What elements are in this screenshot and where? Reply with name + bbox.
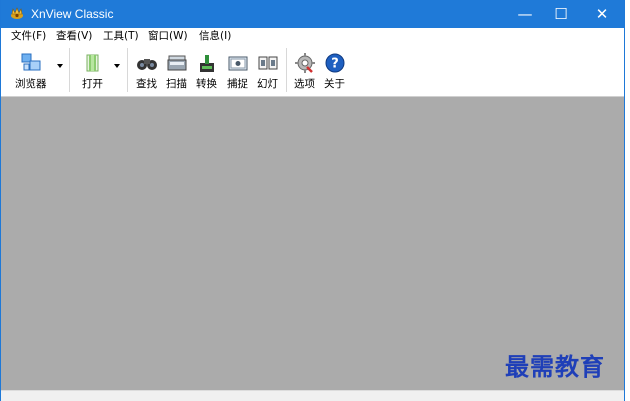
browser-button[interactable]: 浏览器 bbox=[9, 46, 54, 94]
capture-icon bbox=[228, 56, 248, 71]
binoculars-icon bbox=[137, 59, 157, 70]
maximize-button[interactable]: ☐ bbox=[542, 0, 580, 28]
about-icon: ? bbox=[325, 53, 345, 73]
open-label: 打开 bbox=[82, 78, 103, 90]
open-icon bbox=[86, 54, 99, 72]
menu-window[interactable]: 窗口(W) bbox=[148, 29, 188, 43]
about-label: 关于 bbox=[324, 78, 345, 90]
status-bar bbox=[1, 390, 624, 401]
watermark-text: 最需教育 bbox=[505, 352, 605, 381]
close-button[interactable]: ✕ bbox=[583, 0, 621, 28]
scan-button[interactable]: 扫描 bbox=[163, 46, 191, 94]
scanner-icon bbox=[167, 55, 187, 71]
options-icon bbox=[295, 53, 315, 73]
minimize-icon: — bbox=[517, 5, 533, 23]
options-label: 选项 bbox=[294, 78, 315, 90]
capture-label: 捕捉 bbox=[227, 78, 248, 90]
about-button[interactable]: ? 关于 bbox=[321, 46, 349, 94]
find-label: 查找 bbox=[136, 78, 157, 90]
find-button[interactable]: 查找 bbox=[133, 46, 161, 94]
browser-dropdown-arrow-icon[interactable] bbox=[57, 64, 63, 68]
toolbar-separator bbox=[127, 48, 128, 92]
menu-file[interactable]: 文件(F) bbox=[11, 29, 46, 43]
slideshow-button[interactable]: 幻灯 bbox=[254, 46, 282, 94]
open-button[interactable]: 打开 bbox=[77, 46, 109, 94]
svg-text:?: ? bbox=[331, 57, 339, 72]
toolbar-separator bbox=[69, 48, 70, 92]
window-right-edge bbox=[625, 0, 630, 401]
capture-button[interactable]: 捕捉 bbox=[224, 46, 252, 94]
options-button[interactable]: 选项 bbox=[291, 46, 319, 94]
title-bar[interactable]: XnView Classic — ☐ ✕ bbox=[1, 0, 624, 28]
app-window: XnView Classic — ☐ ✕ 文件(F) 查看(V) 工具(T) 窗… bbox=[0, 0, 625, 401]
slideshow-label: 幻灯 bbox=[257, 78, 278, 90]
toolbar: 浏览器 打开 查找 扫描 转换 捕捉 幻灯 选项 ? 关于 bbox=[1, 44, 624, 97]
window-title: XnView Classic bbox=[31, 7, 114, 21]
xnview-app-icon bbox=[11, 7, 23, 19]
menu-bar: 文件(F) 查看(V) 工具(T) 窗口(W) 信息(I) bbox=[1, 28, 624, 44]
convert-icon bbox=[200, 55, 214, 72]
slideshow-icon bbox=[258, 56, 278, 70]
close-icon: ✕ bbox=[595, 5, 609, 23]
convert-label: 转换 bbox=[196, 78, 217, 90]
minimize-button[interactable]: — bbox=[506, 0, 544, 28]
maximize-icon: ☐ bbox=[554, 5, 568, 23]
toolbar-separator bbox=[286, 48, 287, 92]
main-content-area[interactable] bbox=[1, 97, 624, 390]
menu-view[interactable]: 查看(V) bbox=[56, 29, 92, 43]
browser-label: 浏览器 bbox=[15, 78, 47, 90]
browser-icon bbox=[21, 53, 41, 71]
menu-info[interactable]: 信息(I) bbox=[199, 29, 231, 43]
open-dropdown-arrow-icon[interactable] bbox=[114, 64, 120, 68]
scan-label: 扫描 bbox=[166, 78, 187, 90]
convert-button[interactable]: 转换 bbox=[193, 46, 221, 94]
menu-tools[interactable]: 工具(T) bbox=[103, 29, 139, 43]
